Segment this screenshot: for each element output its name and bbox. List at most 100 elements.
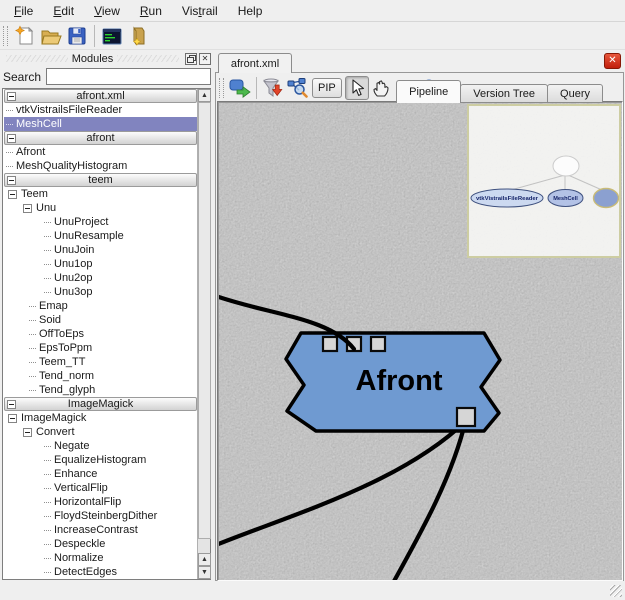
tree-item[interactable]: Afront	[4, 145, 197, 159]
menu-edit[interactable]: Edit	[43, 2, 84, 20]
toolbar-handle[interactable]	[219, 78, 224, 98]
collapse-toggle-icon[interactable]	[7, 400, 16, 409]
tree-item[interactable]: Soid	[4, 313, 197, 327]
tree-item[interactable]: Teem_TT	[4, 355, 197, 369]
console-button[interactable]	[99, 23, 125, 49]
tree-item[interactable]: FloydSteinbergDither	[4, 509, 197, 523]
execute-pipeline-button[interactable]	[228, 76, 252, 100]
tree-package-header[interactable]: ImageMagick	[4, 397, 197, 411]
collapse-toggle-icon[interactable]	[7, 176, 16, 185]
pip-current-node	[594, 189, 619, 208]
tree-item[interactable]: Normalize	[4, 551, 197, 565]
tree-package-header[interactable]: teem	[4, 173, 197, 187]
tree-item[interactable]: Emap	[4, 299, 197, 313]
status-bar	[0, 582, 625, 600]
tab-pipeline[interactable]: Pipeline	[396, 80, 461, 103]
toolbar-separator	[256, 77, 257, 99]
close-vistrail-button[interactable]: ✕	[604, 53, 621, 69]
vistrail-tab[interactable]: afront.xml	[218, 53, 292, 73]
menu-help[interactable]: Help	[228, 2, 273, 20]
tree-item[interactable]: UnuJoin	[4, 243, 197, 257]
tree-item[interactable]: DetectEdges	[4, 565, 197, 579]
tree-package-header[interactable]: afront.xml	[4, 89, 197, 103]
parameter-explore-icon	[286, 77, 308, 99]
tree-node[interactable]: Teem	[4, 187, 197, 201]
save-vistrail-icon	[66, 25, 88, 47]
tree-scrollbar[interactable]: ▲ ▲ ▼	[197, 89, 210, 579]
pipeline-canvas[interactable]: Afront	[219, 103, 622, 580]
pan-hand-icon	[371, 78, 391, 98]
pip-version-tree: vtkVistrailsFileReader MeshCell	[469, 106, 619, 256]
scroll-up-button-bottom[interactable]: ▲	[198, 553, 211, 566]
pan-tool-button[interactable]	[369, 76, 393, 100]
menu-run[interactable]: Run	[130, 2, 172, 20]
new-vistrail-button[interactable]	[12, 23, 38, 49]
tree-node[interactable]: Convert	[4, 425, 197, 439]
menu-vistrail[interactable]: Vistrail	[172, 2, 228, 20]
select-tool-button[interactable]	[345, 76, 369, 100]
collapse-toggle-icon[interactable]	[7, 134, 16, 143]
tree-item[interactable]: IncreaseContrast	[4, 523, 197, 537]
collapse-toggle-icon[interactable]	[8, 414, 17, 423]
tab-version-tree[interactable]: Version Tree	[460, 84, 548, 103]
modules-dock-titlebar[interactable]: Modules ✕	[2, 51, 211, 66]
tree-item[interactable]: Unu3op	[4, 285, 197, 299]
open-vistrail-icon	[40, 25, 62, 47]
tree-node[interactable]: Unu	[4, 201, 197, 215]
module-package-button[interactable]	[125, 23, 151, 49]
menu-bar: File Edit View Run Vistrail Help	[0, 0, 625, 22]
tree-item[interactable]: UnuResample	[4, 229, 197, 243]
tree-item[interactable]: vtkVistrailsFileReader	[4, 103, 197, 117]
tree-item[interactable]: Enhance	[4, 467, 197, 481]
float-icon	[187, 55, 196, 63]
input-port[interactable]	[323, 337, 337, 351]
input-port[interactable]	[371, 337, 385, 351]
modules-panel-title: Modules	[72, 53, 114, 65]
pip-overview[interactable]: vtkVistrailsFileReader MeshCell	[467, 104, 621, 258]
collapse-toggle-icon[interactable]	[23, 428, 32, 437]
tree-item[interactable]: EpsToPpm	[4, 341, 197, 355]
tree-item[interactable]: UnuProject	[4, 215, 197, 229]
pip-root-node	[553, 156, 579, 176]
tree-item[interactable]: Unu1op	[4, 257, 197, 271]
toolbar-separator	[94, 25, 95, 47]
tree-item[interactable]: OffToEps	[4, 327, 197, 341]
tree-item[interactable]: HorizontalFlip	[4, 495, 197, 509]
close-icon: ✕	[608, 55, 616, 66]
dock-float-button[interactable]	[185, 53, 197, 65]
save-vistrail-button[interactable]	[64, 23, 90, 49]
tree-item[interactable]: MeshQualityHistogram	[4, 159, 197, 173]
collapse-toggle-icon[interactable]	[23, 204, 32, 213]
open-vistrail-button[interactable]	[38, 23, 64, 49]
tree-item[interactable]: Unu2op	[4, 271, 197, 285]
menu-view[interactable]: View	[84, 2, 130, 20]
scroll-down-button[interactable]: ▼	[198, 566, 211, 579]
tab-query[interactable]: Query	[547, 84, 603, 103]
dock-title-texture	[117, 55, 179, 62]
visual-query-button[interactable]	[261, 76, 285, 100]
select-cursor-icon	[347, 78, 367, 98]
tree-item-selected[interactable]: MeshCell	[4, 117, 197, 131]
toolbar-handle[interactable]	[3, 26, 8, 46]
output-port[interactable]	[457, 408, 475, 426]
tree-item[interactable]: Tend_norm	[4, 369, 197, 383]
collapse-toggle-icon[interactable]	[8, 190, 17, 199]
search-input[interactable]	[46, 68, 211, 85]
collapse-toggle-icon[interactable]	[7, 92, 16, 101]
module-package-icon	[127, 25, 149, 47]
menu-file[interactable]: File	[4, 2, 43, 20]
tree-package-header[interactable]: afront	[4, 131, 197, 145]
parameter-explore-button[interactable]	[285, 76, 309, 100]
resize-grip[interactable]	[610, 585, 622, 597]
visual-query-icon	[262, 77, 284, 99]
tree-item[interactable]: VerticalFlip	[4, 481, 197, 495]
tree-item[interactable]: Tend_glyph	[4, 383, 197, 397]
scroll-up-button[interactable]: ▲	[198, 89, 211, 102]
pip-toggle-button[interactable]: PIP	[312, 78, 342, 98]
dock-close-button[interactable]: ✕	[199, 53, 211, 65]
tree-node[interactable]: ImageMagick	[4, 411, 197, 425]
tree-item[interactable]: Despeckle	[4, 537, 197, 551]
scrollbar-thumb[interactable]	[198, 102, 211, 539]
tree-item[interactable]: EqualizeHistogram	[4, 453, 197, 467]
tree-item[interactable]: Negate	[4, 439, 197, 453]
